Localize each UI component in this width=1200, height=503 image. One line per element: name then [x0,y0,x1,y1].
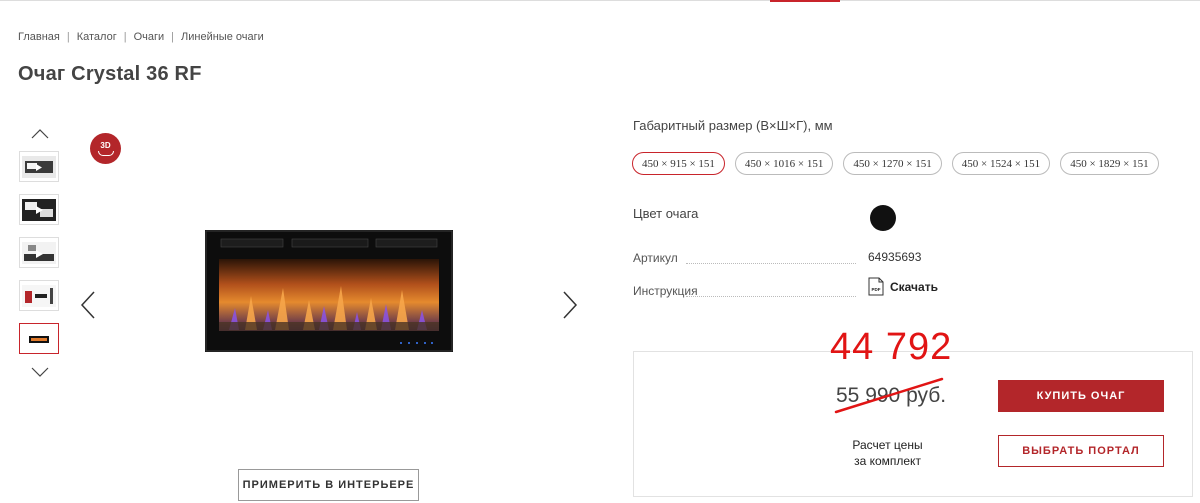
active-menu-indicator [770,0,840,2]
color-swatch-black[interactable] [870,205,896,231]
size-options: 450 × 915 × 151 450 × 1016 × 151 450 × 1… [632,152,1169,175]
video-thumbnail-icon [22,155,56,178]
article-value: 64935693 [868,250,922,264]
fireplace-thumbnail-icon [29,335,49,343]
chevron-down-icon [31,367,49,377]
size-option-1524[interactable]: 450 × 1524 × 151 [951,152,1051,175]
size-label: Габаритный размер (В×Ш×Г), мм [633,118,833,133]
breadcrumb-fireplaces[interactable]: Очаги [134,31,165,43]
thumbnail-video-3[interactable] [19,237,59,268]
view-3d-badge[interactable]: 3D [90,133,121,164]
color-label: Цвет очага [633,206,699,221]
buy-fireplace-button[interactable]: КУПИТЬ ОЧАГ [998,380,1164,412]
breadcrumb-separator: | [123,31,127,43]
size-option-1016[interactable]: 450 × 1016 × 151 [734,152,834,175]
price-strikethrough [834,377,944,414]
gallery-next-arrow[interactable] [560,290,580,320]
article-label: Артикул [633,251,678,265]
download-label: Скачать [890,279,938,294]
pdf-icon-text: PDF [872,287,881,292]
breadcrumb-separator: | [171,31,175,43]
page-title: Очаг Crystal 36 RF [18,63,202,85]
article-leader-dots [686,263,856,264]
price-note-line-2: за комплект [854,454,921,468]
breadcrumb-catalog[interactable]: Каталог [77,31,117,43]
breadcrumb: Главная | Каталог | Очаги | Линейные оча… [18,31,264,43]
thumbnails-down-arrow[interactable] [30,365,50,379]
chevron-up-icon [31,129,49,139]
video-thumbnail-icon [22,198,56,221]
video-thumbnail-icon [22,241,56,264]
size-option-1829[interactable]: 450 × 1829 × 151 [1060,152,1159,175]
top-divider [0,0,1200,1]
interior-thumbnail-icon [22,284,56,307]
breadcrumb-home[interactable]: Главная [18,31,60,43]
thumbnail-interior[interactable] [19,280,59,311]
download-manual-link[interactable]: PDF Скачать [868,277,938,296]
price-box [633,351,1193,497]
breadcrumb-linear-fireplaces[interactable]: Линейные очаги [181,31,264,43]
size-option-1270[interactable]: 450 × 1270 × 151 [843,152,942,175]
new-price: 44 792 [830,326,953,368]
try-in-interior-button[interactable]: ПРИМЕРИТЬ В ИНТЕРЬЕРЕ [238,469,419,501]
thumbnail-product[interactable] [19,323,59,354]
pdf-file-icon: PDF [868,277,884,296]
badge-3d-label: 3D [100,140,111,150]
gallery-prev-arrow[interactable] [78,290,98,320]
price-note: Расчет цены за комплект [840,437,935,469]
price-note-line-1: Расчет цены [852,438,923,452]
breadcrumb-separator: | [66,31,70,43]
thumbnail-video-1[interactable] [19,151,59,182]
thumbnail-video-2[interactable] [19,194,59,225]
product-main-image [205,230,453,352]
thumbnail-list [19,151,60,366]
thumbnails-up-arrow[interactable] [30,127,50,141]
choose-portal-button[interactable]: ВЫБРАТЬ ПОРТАЛ [998,435,1164,467]
manual-leader-dots [686,296,856,297]
rotate-icon [97,150,114,156]
size-option-915[interactable]: 450 × 915 × 151 [632,152,725,175]
